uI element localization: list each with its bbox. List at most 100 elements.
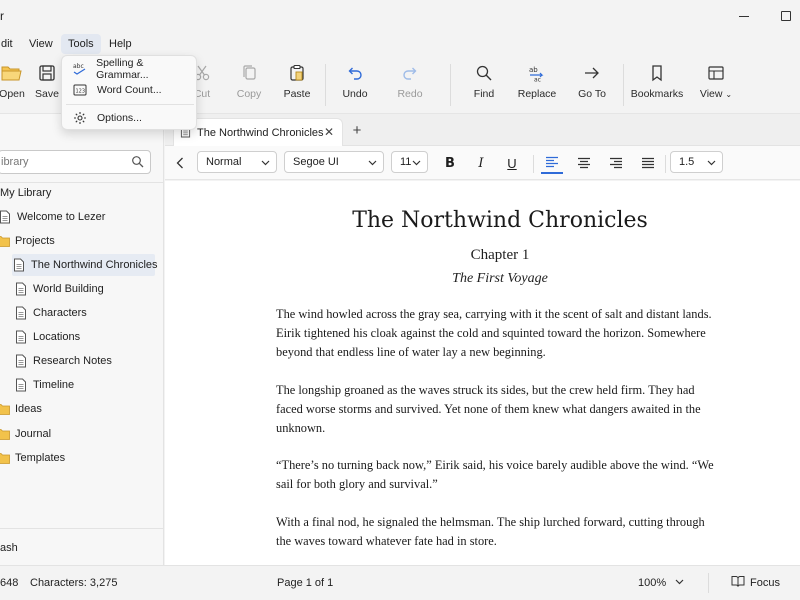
goto-button[interactable]: Go To xyxy=(578,62,606,108)
new-tab-button[interactable]: + xyxy=(349,122,365,139)
tab-strip: The Northwind Chronicles ✕ + xyxy=(165,114,800,146)
font-size-select[interactable]: 11 xyxy=(391,151,428,173)
document-icon xyxy=(14,378,28,392)
font-value: Segoe UI xyxy=(293,156,339,168)
tree-item-label: Characters xyxy=(33,307,87,319)
folder-icon xyxy=(0,234,10,248)
copy-button[interactable]: Copy xyxy=(235,62,263,108)
folder-icon xyxy=(0,451,10,465)
folder-icon xyxy=(0,427,10,441)
zoom-select[interactable]: 100% xyxy=(638,577,684,589)
save-button[interactable]: Save xyxy=(35,62,59,108)
svg-text:ab: ab xyxy=(529,66,538,74)
replace-label: Replace xyxy=(517,88,557,100)
search-icon[interactable] xyxy=(131,155,144,171)
document-title: The Northwind Chronicles xyxy=(352,208,648,233)
chevron-left-icon[interactable] xyxy=(173,154,187,172)
view-label-text: View xyxy=(699,88,723,100)
paragraph: With a final nod, he signaled the helmsm… xyxy=(276,515,705,548)
open-button[interactable]: Open xyxy=(0,62,25,108)
tree-item-timeline[interactable]: Timeline xyxy=(14,374,172,396)
chevron-down-icon: ⌄ xyxy=(725,90,733,99)
search-input[interactable] xyxy=(0,151,119,173)
minimize-button[interactable] xyxy=(734,6,754,26)
gear-icon xyxy=(70,111,90,125)
document-icon xyxy=(14,330,28,344)
library-search[interactable] xyxy=(0,150,151,174)
tree-item-templates[interactable]: Templates xyxy=(0,447,154,469)
menu-item-label: Options... xyxy=(97,112,142,124)
chevron-down-icon xyxy=(707,158,716,170)
layout-icon xyxy=(707,62,725,84)
toolbar-separator xyxy=(623,64,624,106)
align-right-button[interactable] xyxy=(605,152,627,174)
font-select[interactable]: Segoe UI xyxy=(284,151,384,173)
maximize-button[interactable] xyxy=(776,6,796,26)
style-value: Normal xyxy=(206,156,242,168)
arrow-right-icon xyxy=(583,62,601,84)
document-icon xyxy=(14,306,28,320)
trash-item[interactable]: ash xyxy=(0,542,18,554)
redo-button[interactable]: Redo xyxy=(396,62,424,108)
tree-item-label: Research Notes xyxy=(33,355,112,367)
tab-label: The Northwind Chronicles xyxy=(197,126,324,139)
tree-item-ideas[interactable]: Ideas xyxy=(0,398,154,420)
align-center-button[interactable] xyxy=(573,152,595,174)
menu-item-options[interactable]: Options... xyxy=(66,108,194,128)
tree-item-northwind[interactable]: The Northwind Chronicles xyxy=(12,254,158,276)
tree-item-label: Ideas xyxy=(15,403,42,415)
menu-view[interactable]: View xyxy=(22,34,60,54)
book-icon xyxy=(731,575,745,590)
align-left-button[interactable] xyxy=(541,152,563,174)
format-separator xyxy=(533,155,534,173)
svg-text:ac: ac xyxy=(534,77,541,83)
italic-button[interactable]: I xyxy=(470,152,492,174)
view-menu-button[interactable]: View ⌄ xyxy=(698,62,734,108)
menu-edit[interactable]: dit xyxy=(0,34,20,54)
chevron-down-icon xyxy=(261,158,270,170)
tree-item-journal[interactable]: Journal xyxy=(0,423,154,445)
menu-tools[interactable]: Tools xyxy=(61,34,101,54)
bookmarks-button[interactable]: Bookmarks xyxy=(631,62,683,108)
tree-item-locations[interactable]: Locations xyxy=(14,326,172,348)
document-editor[interactable]: The Northwind Chronicles Chapter 1 The F… xyxy=(165,181,800,565)
style-select[interactable]: Normal xyxy=(197,151,277,173)
menu-item-word-count[interactable]: 123 Word Count... xyxy=(66,80,194,100)
tree-root[interactable]: My Library xyxy=(0,182,158,204)
find-button[interactable]: Find xyxy=(472,62,496,108)
tree-item-label: Journal xyxy=(15,428,52,440)
line-spacing-select[interactable]: 1.5 xyxy=(670,151,723,173)
close-icon[interactable]: ✕ xyxy=(322,125,336,139)
align-right-icon xyxy=(610,157,622,169)
svg-text:abc: abc xyxy=(73,63,84,70)
tree-item-welcome[interactable]: Welcome to Lezer xyxy=(0,206,156,228)
status-bar: 648 Characters: 3,275 Page 1 of 1 100% F… xyxy=(0,565,800,600)
spellcheck-icon: abc xyxy=(70,62,89,76)
underline-button[interactable]: U xyxy=(501,152,523,174)
undo-button[interactable]: Undo xyxy=(340,62,370,108)
tree-item-characters[interactable]: Characters xyxy=(14,302,172,324)
menu-item-label: Spelling & Grammar... xyxy=(96,57,149,81)
tree-item-projects[interactable]: Projects xyxy=(0,230,154,252)
paragraph: The wind howled across the gray sea, car… xyxy=(276,307,712,359)
bold-button[interactable]: B xyxy=(439,152,461,174)
tree-item-world-building[interactable]: World Building xyxy=(14,278,172,300)
folder-open-icon xyxy=(1,62,23,84)
paste-button[interactable]: Paste xyxy=(282,62,312,108)
justify-button[interactable] xyxy=(637,152,659,174)
tree-item-research-notes[interactable]: Research Notes xyxy=(14,350,172,372)
chevron-down-icon xyxy=(675,577,684,589)
paste-icon xyxy=(288,62,306,84)
tree-item-label: Templates xyxy=(15,452,66,464)
menu-help[interactable]: Help xyxy=(102,34,139,54)
replace-button[interactable]: ab ac Replace xyxy=(517,62,557,108)
focus-button[interactable]: Focus xyxy=(731,575,780,590)
minimize-icon xyxy=(739,15,749,17)
menu-item-spelling[interactable]: abc Spelling & Grammar... xyxy=(66,57,194,81)
format-bar: Normal Segoe UI 11 B I U 1.5 xyxy=(165,146,800,180)
search-icon xyxy=(475,62,493,84)
tree-item-label: World Building xyxy=(33,283,104,295)
tab-northwind[interactable]: The Northwind Chronicles ✕ xyxy=(173,118,343,146)
bookmark-icon xyxy=(648,62,666,84)
toolbar-separator xyxy=(450,64,451,106)
